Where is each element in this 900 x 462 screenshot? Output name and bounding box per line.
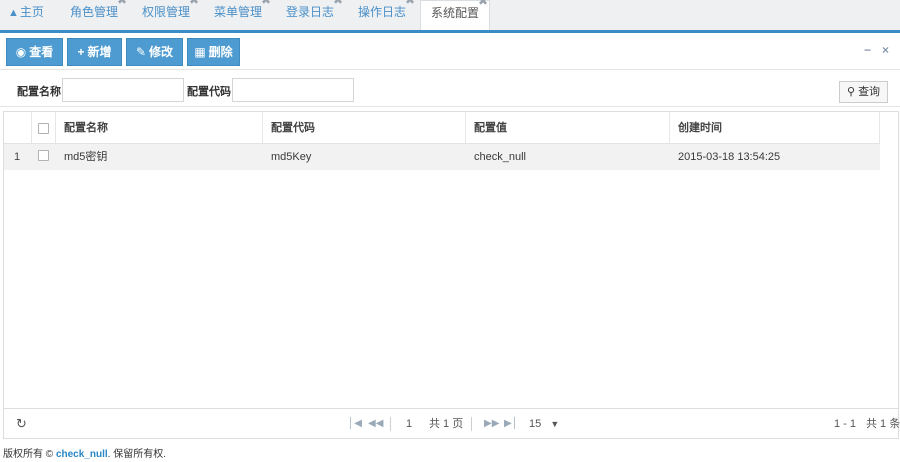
copyright-footer: 版权所有 © check_null. 保留所有权.	[3, 445, 166, 460]
row-number: 1	[14, 151, 21, 163]
tab-label: 权限管理	[142, 5, 191, 19]
minimize-icon[interactable]: −	[864, 43, 871, 57]
next-page-icon[interactable]: ▶▶	[484, 409, 499, 439]
tab-home[interactable]: ▲主页	[8, 0, 48, 28]
close-icon[interactable]: ✖	[189, 0, 199, 7]
first-page-icon[interactable]: │◀	[348, 409, 362, 439]
close-icon[interactable]: ✖	[405, 0, 415, 7]
prev-page-icon[interactable]: ◀◀	[368, 409, 383, 439]
query-button-label: 查询	[858, 86, 881, 98]
config-name-input[interactable]	[62, 78, 184, 102]
add-button[interactable]: + 新增	[67, 38, 122, 66]
edit-icon: ✎	[135, 45, 147, 59]
edit-button[interactable]: ✎ 修改	[126, 38, 183, 66]
tab-label: 登录日志	[286, 5, 335, 19]
cell-config-code: md5Key	[271, 151, 312, 163]
view-button[interactable]: ◉ 查看	[6, 38, 63, 66]
eye-icon: ◉	[15, 45, 27, 59]
plus-icon: +	[77, 45, 85, 59]
row-number-header	[4, 112, 32, 144]
column-header-value[interactable]: 配置值	[466, 112, 670, 144]
last-page-icon[interactable]: ▶│	[504, 409, 518, 439]
tab-label: 操作日志	[358, 5, 407, 19]
select-all-cell	[32, 112, 56, 144]
edit-button-label: 修改	[149, 45, 174, 59]
page-size-value: 15	[529, 418, 542, 430]
tab-operation-log[interactable]: 操作日志 ✖	[358, 0, 416, 28]
column-header-name[interactable]: 配置名称	[56, 112, 263, 144]
column-header-code[interactable]: 配置代码	[263, 112, 466, 144]
close-icon[interactable]: ✖	[333, 0, 343, 7]
grid-header: 配置名称 配置代码 配置值 创建时间	[4, 112, 880, 144]
tab-permission-management[interactable]: 权限管理 ✖	[142, 0, 200, 28]
close-icon[interactable]: ✖	[261, 0, 271, 7]
close-icon[interactable]: ✖	[117, 0, 127, 7]
tab-login-log[interactable]: 登录日志 ✖	[286, 0, 344, 28]
refresh-icon[interactable]: ↻	[16, 409, 27, 439]
home-icon: ▲	[8, 7, 19, 19]
tab-menu-management[interactable]: 菜单管理 ✖	[214, 0, 272, 28]
pager: ↻ │◀ ◀◀ 1 共 1 页 ▶▶ ▶│ 15 ▼ 1 - 1 共 1 条	[4, 408, 900, 439]
brand-link[interactable]: check_null	[56, 449, 108, 460]
column-header-created[interactable]: 创建时间	[670, 112, 880, 144]
tab-label: 菜单管理	[214, 5, 263, 19]
cell-config-value: check_null	[474, 151, 526, 163]
copyright-suffix: . 保留所有权.	[107, 449, 166, 460]
current-page[interactable]: 1	[406, 409, 412, 439]
trash-icon: ▦	[194, 45, 206, 59]
pager-divider	[471, 417, 472, 431]
toolbar: ◉ 查看 + 新增 ✎ 修改 ▦ 删除 − ×	[0, 33, 900, 70]
page-size-select[interactable]: 15 ▼	[529, 409, 559, 439]
config-grid: 配置名称 配置代码 配置值 创建时间 1 md5密钥 md5Key check_…	[3, 111, 900, 439]
view-button-label: 查看	[29, 45, 54, 59]
table-row[interactable]: 1 md5密钥 md5Key check_null 2015-03-18 13:…	[4, 144, 880, 170]
tab-system-config[interactable]: 系统配置 ✖	[420, 0, 490, 30]
query-button[interactable]: ⚲ 查询	[839, 81, 888, 103]
tab-label: 系统配置	[431, 6, 480, 20]
total-pages: 共 1 页	[429, 418, 464, 430]
config-name-label: 配置名称:	[17, 86, 65, 98]
search-icon: ⚲	[846, 86, 855, 98]
tab-role-management[interactable]: 角色管理 ✖	[70, 0, 128, 28]
row-checkbox[interactable]	[38, 150, 49, 161]
tab-bar: ▲主页 角色管理 ✖ 权限管理 ✖ 菜单管理 ✖ 登录日志 ✖ 操作日志 ✖ 系…	[0, 0, 900, 30]
delete-button[interactable]: ▦ 删除	[187, 38, 240, 66]
delete-button-label: 删除	[208, 45, 233, 59]
pager-divider	[390, 417, 391, 431]
chevron-down-icon: ▼	[550, 419, 560, 429]
add-button-label: 新增	[87, 45, 112, 59]
tab-label: 主页	[19, 5, 44, 19]
config-code-label: 配置代码:	[187, 86, 235, 98]
copyright-prefix: 版权所有 ©	[3, 449, 56, 460]
close-icon[interactable]: ×	[882, 43, 889, 57]
cell-config-name: md5密钥	[64, 151, 108, 163]
cell-created-time: 2015-03-18 13:54:25	[678, 151, 781, 163]
close-icon[interactable]: ✖	[478, 0, 488, 8]
select-all-checkbox[interactable]	[38, 123, 49, 134]
config-code-input[interactable]	[232, 78, 354, 102]
record-range: 1 - 1	[834, 418, 857, 430]
tab-label: 角色管理	[70, 5, 119, 19]
record-total: 共 1 条	[866, 418, 900, 430]
search-bar: 配置名称: 配置代码: ⚲ 查询	[0, 71, 900, 107]
